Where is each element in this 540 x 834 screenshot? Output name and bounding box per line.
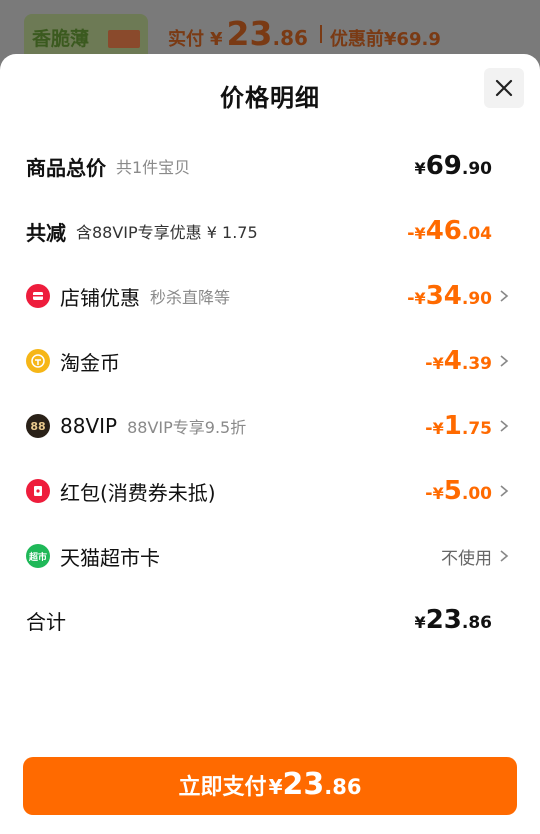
vip-sign: - (425, 418, 433, 439)
redpack-sign: - (425, 483, 433, 504)
88vip-note: 88VIP专享9.5折 (127, 418, 247, 437)
product-thumbnail-text: 香脆薄 (32, 28, 90, 50)
row-red-packet[interactable]: 红包(消费券未抵) - ¥ 5 .00 (26, 471, 512, 511)
supermarket-card-icon: 超市 (26, 544, 50, 568)
pay-now-int: 23 (282, 767, 325, 802)
red-packet-value: - ¥ 5 .00 (425, 476, 492, 506)
vip-int: 1 (443, 411, 462, 441)
88vip-icon: 88 (26, 414, 50, 438)
shop-yen: ¥ (414, 289, 426, 308)
pay-now-button[interactable]: 立即支付 ¥ 23 .86 (23, 757, 517, 815)
supermarket-card-value-wrap: 不使用 (441, 544, 512, 569)
shop-discount-value-wrap: - ¥ 34 .90 (407, 281, 512, 311)
shop-int: 34 (425, 281, 462, 311)
row-88vip[interactable]: 88 88VIP 88VIP专享9.5折 - ¥ 1 .75 (26, 406, 512, 446)
reduce-note: 含88VIP专享优惠 ¥ 1.75 (76, 223, 258, 242)
shop-discount-label: 店铺优惠 (60, 285, 140, 310)
coin-int: 4 (443, 346, 462, 376)
close-icon (495, 79, 513, 97)
88vip-value-wrap: - ¥ 1 .75 (425, 411, 512, 441)
reduce-yen: ¥ (414, 224, 426, 243)
coin-sign: - (425, 353, 433, 374)
sum-value-wrap: ¥ 23 .86 (415, 605, 512, 635)
reduce-int: 46 (425, 216, 462, 246)
price-detail-sheet: 价格明细 商品总价 共1件宝贝 ¥ 69 .90 共减 含88VIP专享优惠 ¥… (0, 54, 540, 834)
88vip-icon-text: 88 (30, 419, 46, 433)
total-count: 共1件宝贝 (116, 158, 191, 177)
88vip-value: - ¥ 1 .75 (425, 411, 492, 441)
pay-now-yen: ¥ (268, 775, 283, 799)
total-price-value: ¥ 69 .90 (415, 151, 492, 181)
paid-int: 23 (226, 14, 273, 53)
sum-label: 合计 (26, 609, 66, 634)
taojinbi-value-wrap: - ¥ 4 .39 (425, 346, 512, 376)
reduce-value-wrap: - ¥ 46 .04 (407, 216, 512, 246)
close-button[interactable] (484, 68, 524, 108)
sum-yen: ¥ (414, 613, 426, 632)
coin-yen: ¥ (432, 354, 444, 373)
taojinbi-label: 淘金币 (60, 350, 120, 375)
background-price: 实付 ¥ 23 .86 优惠前 ¥69.9 (168, 14, 441, 53)
chevron-right-icon (496, 288, 512, 304)
row-sum: 合计 ¥ 23 .86 (26, 600, 512, 640)
background-product-bar: 香脆薄 实付 ¥ 23 .86 优惠前 ¥69.9 (0, 0, 540, 72)
supermarket-card-label: 天猫超市卡 (60, 545, 160, 570)
reduce-label: 共减 (26, 220, 66, 245)
before-price: ¥69.9 (383, 29, 441, 50)
supermarket-card-value: 不使用 (441, 548, 492, 569)
sheet-title: 价格明细 (220, 84, 320, 112)
row-total-reduce: 共减 含88VIP专享优惠 ¥ 1.75 - ¥ 46 .04 (26, 211, 512, 251)
sum-dec: .86 (461, 613, 492, 633)
before-label: 优惠前 (329, 29, 384, 50)
paid-yen: ¥ (210, 29, 223, 50)
chevron-right-icon (496, 483, 512, 499)
total-yen: ¥ (414, 159, 426, 178)
reduce-sign: - (407, 223, 415, 244)
redpack-dec: .00 (461, 484, 492, 504)
price-divider (319, 24, 322, 43)
vip-yen: ¥ (432, 419, 444, 438)
shop-discount-note: 秒杀直降等 (150, 288, 231, 307)
taojinbi-value: - ¥ 4 .39 (425, 346, 492, 376)
product-thumbnail-badge (108, 30, 140, 48)
row-total-price: 商品总价 共1件宝贝 ¥ 69 .90 (26, 146, 512, 186)
red-packet-value-wrap: - ¥ 5 .00 (425, 476, 512, 506)
row-supermarket-card[interactable]: 超市 天猫超市卡 不使用 (26, 536, 512, 576)
paid-dec: .86 (272, 26, 308, 50)
total-dec: .90 (461, 159, 492, 179)
row-shop-discount[interactable]: 店铺优惠 秒杀直降等 - ¥ 34 .90 (26, 276, 512, 316)
red-packet-icon (26, 479, 50, 503)
reduce-dec: .04 (461, 224, 492, 244)
coin-icon (26, 349, 50, 373)
coin-dec: .39 (461, 354, 492, 374)
sum-value: ¥ 23 .86 (415, 605, 492, 635)
chevron-right-icon (496, 418, 512, 434)
shop-dec: .90 (461, 289, 492, 309)
88vip-label: 88VIP (60, 414, 118, 438)
redpack-int: 5 (443, 476, 462, 506)
reduce-value: - ¥ 46 .04 (407, 216, 492, 246)
row-taojinbi[interactable]: 淘金币 - ¥ 4 .39 (26, 341, 512, 381)
total-price-value-wrap: ¥ 69 .90 (415, 151, 512, 181)
shop-sign: - (407, 288, 415, 309)
pay-now-dec: .86 (324, 775, 362, 799)
total-price-label: 商品总价 (26, 155, 106, 180)
shop-discount-value: - ¥ 34 .90 (407, 281, 492, 311)
redpack-yen: ¥ (432, 484, 444, 503)
vip-dec: .75 (461, 419, 492, 439)
red-packet-label: 红包(消费券未抵) (60, 480, 216, 505)
sum-int: 23 (425, 605, 462, 635)
chevron-right-icon (496, 353, 512, 369)
supermarket-card-icon-text: 超市 (28, 552, 47, 563)
shop-icon (26, 284, 50, 308)
total-int: 69 (425, 151, 462, 181)
pay-now-label: 立即支付 (178, 775, 267, 800)
paid-label: 实付 (168, 29, 204, 50)
chevron-right-icon (496, 548, 512, 564)
